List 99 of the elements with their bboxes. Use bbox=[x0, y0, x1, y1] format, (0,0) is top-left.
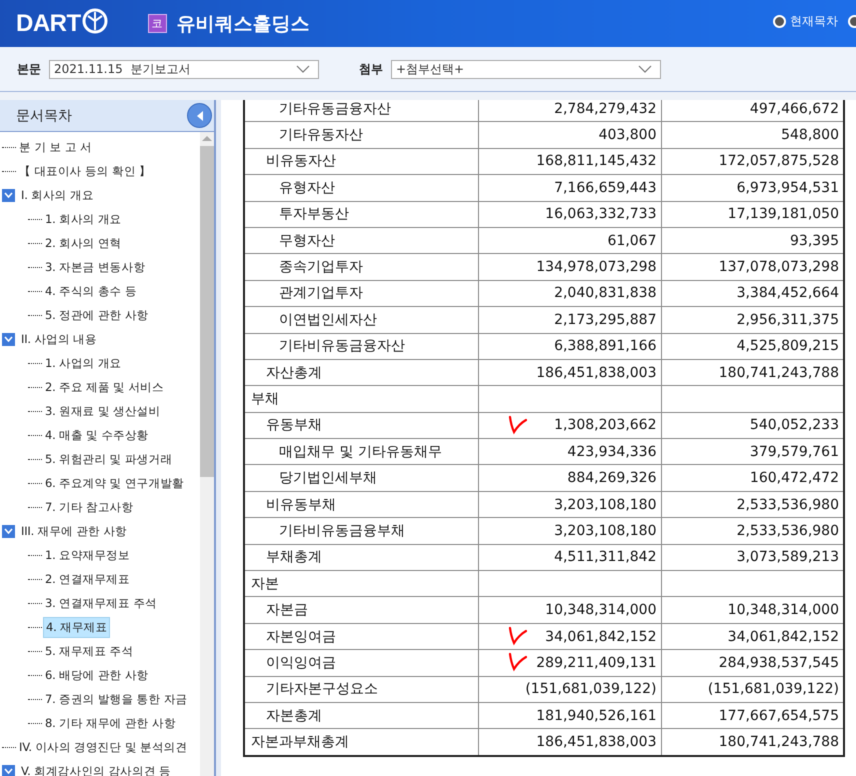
amount-cell: 134,978,073,298 bbox=[478, 254, 661, 280]
tree-item[interactable]: I. 회사의 개요 bbox=[19, 186, 96, 204]
amount-cell: 884,269,326 bbox=[478, 464, 661, 492]
account-cell: 기타비유동금융부채 bbox=[244, 518, 478, 544]
tree-item[interactable]: 4. 매출 및 수주상황 bbox=[43, 426, 151, 444]
sidebar-title: 문서목차 bbox=[16, 106, 72, 124]
market-badge: 코 bbox=[148, 14, 167, 33]
radio-label: 현재목차 bbox=[790, 13, 838, 30]
tree-item[interactable]: 7. 증권의 발행을 통한 자금 bbox=[43, 690, 190, 708]
account-cell: 이익잉여금 bbox=[244, 650, 478, 676]
account-cell: 비유동부채 bbox=[244, 491, 478, 518]
account-cell: 매입채무 및 기타유동채무 bbox=[244, 438, 478, 465]
tree-item[interactable]: 1. 사업의 개요 bbox=[43, 354, 124, 372]
account-cell: 당기법인세부채 bbox=[244, 464, 478, 492]
account-cell: 이연법인세자산 bbox=[244, 306, 478, 334]
amount-cell: 403,800 bbox=[478, 122, 661, 148]
chevron-down-icon bbox=[4, 768, 13, 774]
tree-item[interactable]: 【 대표이사 등의 확인 】 bbox=[17, 162, 153, 180]
account-cell: 자본금 bbox=[244, 596, 478, 624]
chevron-down-icon bbox=[4, 336, 13, 342]
account-cell: 기타비유동금융자산 bbox=[244, 333, 478, 360]
scrollbar[interactable] bbox=[200, 132, 214, 776]
chevron-down-icon bbox=[296, 65, 310, 73]
company-name: 유비쿼스홀딩스 bbox=[176, 12, 310, 36]
amount-cell: 186,451,838,003 bbox=[478, 359, 661, 386]
amount-cell: 10,348,314,000 bbox=[478, 596, 661, 624]
account-cell: 무형자산 bbox=[244, 227, 478, 254]
account-cell: 종속기업투자 bbox=[244, 254, 478, 280]
tree-item[interactable]: 5. 위험관리 및 파생거래 bbox=[43, 450, 174, 468]
amount-cell: 6,388,891,166 bbox=[478, 333, 661, 360]
amount-cell: 497,466,672 bbox=[661, 100, 844, 122]
tree-item[interactable]: II. 사업의 내용 bbox=[19, 330, 99, 348]
amount-cell: 16,063,332,733 bbox=[478, 201, 661, 228]
tree-item[interactable]: 6. 주요계약 및 연구개발활 bbox=[43, 474, 186, 492]
amount-cell: 3,203,108,180 bbox=[478, 491, 661, 518]
chevron-down-icon bbox=[638, 65, 652, 73]
account-cell: 유동부채 bbox=[244, 412, 478, 439]
tree-item[interactable]: 2. 연결재무제표 bbox=[43, 570, 132, 588]
amount-cell: 61,067 bbox=[478, 227, 661, 254]
amount-cell: 34,061,842,152 bbox=[478, 623, 661, 650]
amount-cell: 2,784,279,432 bbox=[478, 100, 661, 122]
chevron-down-icon bbox=[4, 528, 13, 534]
attachment-select[interactable]: +첨부선택+ bbox=[391, 60, 661, 78]
tree-item[interactable]: 분 기 보 고 서 bbox=[17, 138, 94, 156]
amount-cell: (151,681,039,122) bbox=[478, 676, 661, 702]
account-cell: 기타유동금융자산 bbox=[244, 100, 478, 122]
tree-item[interactable]: 5. 정관에 관한 사항 bbox=[43, 306, 151, 324]
chevron-down-icon bbox=[4, 192, 13, 198]
collapse-button[interactable] bbox=[187, 103, 212, 128]
scrollbar-thumb[interactable] bbox=[200, 146, 214, 477]
account-cell: 기타자본구성요소 bbox=[244, 676, 478, 702]
account-cell: 자본총계 bbox=[244, 702, 478, 729]
amount-cell: 181,940,526,161 bbox=[478, 702, 661, 729]
field-label: 첨부 bbox=[359, 60, 383, 78]
tree-item[interactable]: 7. 기타 참고사항 bbox=[43, 498, 136, 516]
amount-cell: 289,211,409,131 bbox=[478, 650, 661, 676]
account-cell: 관계기업투자 bbox=[244, 280, 478, 307]
account-cell: 자산총계 bbox=[244, 359, 478, 386]
account-cell: 기타유동자산 bbox=[244, 122, 478, 148]
tree-item[interactable]: 2. 회사의 연혁 bbox=[43, 234, 124, 252]
amount-cell: 2,040,831,838 bbox=[478, 280, 661, 307]
expand-toggle[interactable] bbox=[2, 332, 15, 346]
radio-button[interactable] bbox=[773, 15, 786, 28]
tree-item[interactable]: 6. 배당에 관한 사항 bbox=[43, 666, 151, 684]
tree-item[interactable]: 3. 자본금 변동사항 bbox=[43, 258, 148, 276]
expand-toggle[interactable] bbox=[2, 188, 15, 202]
tree-item[interactable]: 5. 재무제표 주석 bbox=[43, 642, 136, 660]
amount-cell: 3,203,108,180 bbox=[478, 518, 661, 544]
amount-cell: 423,934,336 bbox=[478, 438, 661, 465]
tree-item[interactable]: 2. 주요 제품 및 서비스 bbox=[43, 378, 166, 396]
report-select[interactable]: 2021.11.15 분기보고서 bbox=[49, 60, 319, 78]
amount-cell: 7,166,659,443 bbox=[478, 174, 661, 202]
account-cell: 자본잉여금 bbox=[244, 623, 478, 650]
logo-mark-icon bbox=[82, 8, 108, 34]
tree-item[interactable]: V. 회계감사인의 감사의견 등 bbox=[19, 762, 173, 776]
field-label: 본문 bbox=[17, 60, 41, 78]
account-cell: 유형자산 bbox=[244, 174, 478, 202]
tree-item[interactable]: III. 재무에 관한 사항 bbox=[19, 522, 129, 540]
expand-toggle[interactable] bbox=[2, 764, 15, 776]
tree-item[interactable]: 1. 요약재무정보 bbox=[43, 546, 132, 564]
account-cell: 비유동자산 bbox=[244, 148, 478, 175]
amount-cell: 168,811,145,432 bbox=[478, 148, 661, 175]
expand-toggle[interactable] bbox=[2, 524, 15, 538]
tree-item[interactable]: 4. 주식의 총수 등 bbox=[43, 282, 139, 300]
tree-item[interactable]: 4. 재무제표 bbox=[43, 616, 110, 638]
tree-item[interactable]: 3. 연결재무제표 주석 bbox=[43, 594, 159, 612]
tree-item[interactable]: 3. 원재료 및 생산설비 bbox=[43, 402, 162, 420]
account-cell: 투자부동산 bbox=[244, 201, 478, 228]
tree-item[interactable]: 1. 회사의 개요 bbox=[43, 210, 124, 228]
tree-item[interactable]: IV. 이사의 경영진단 및 분석의견 bbox=[17, 738, 190, 756]
account-cell: 부채 bbox=[244, 386, 478, 412]
account-cell: 부채총계 bbox=[244, 544, 478, 571]
amount-cell: 2,173,295,887 bbox=[478, 306, 661, 334]
amount-cell: 1,308,203,662 bbox=[478, 412, 661, 439]
triangle-left-icon bbox=[196, 110, 204, 120]
tree-item[interactable]: 8. 기타 재무에 관한 사항 bbox=[43, 714, 178, 732]
logo-text: DART bbox=[16, 10, 81, 38]
amount-cell: 4,511,311,842 bbox=[478, 544, 661, 571]
account-cell: 자본 bbox=[244, 570, 478, 597]
